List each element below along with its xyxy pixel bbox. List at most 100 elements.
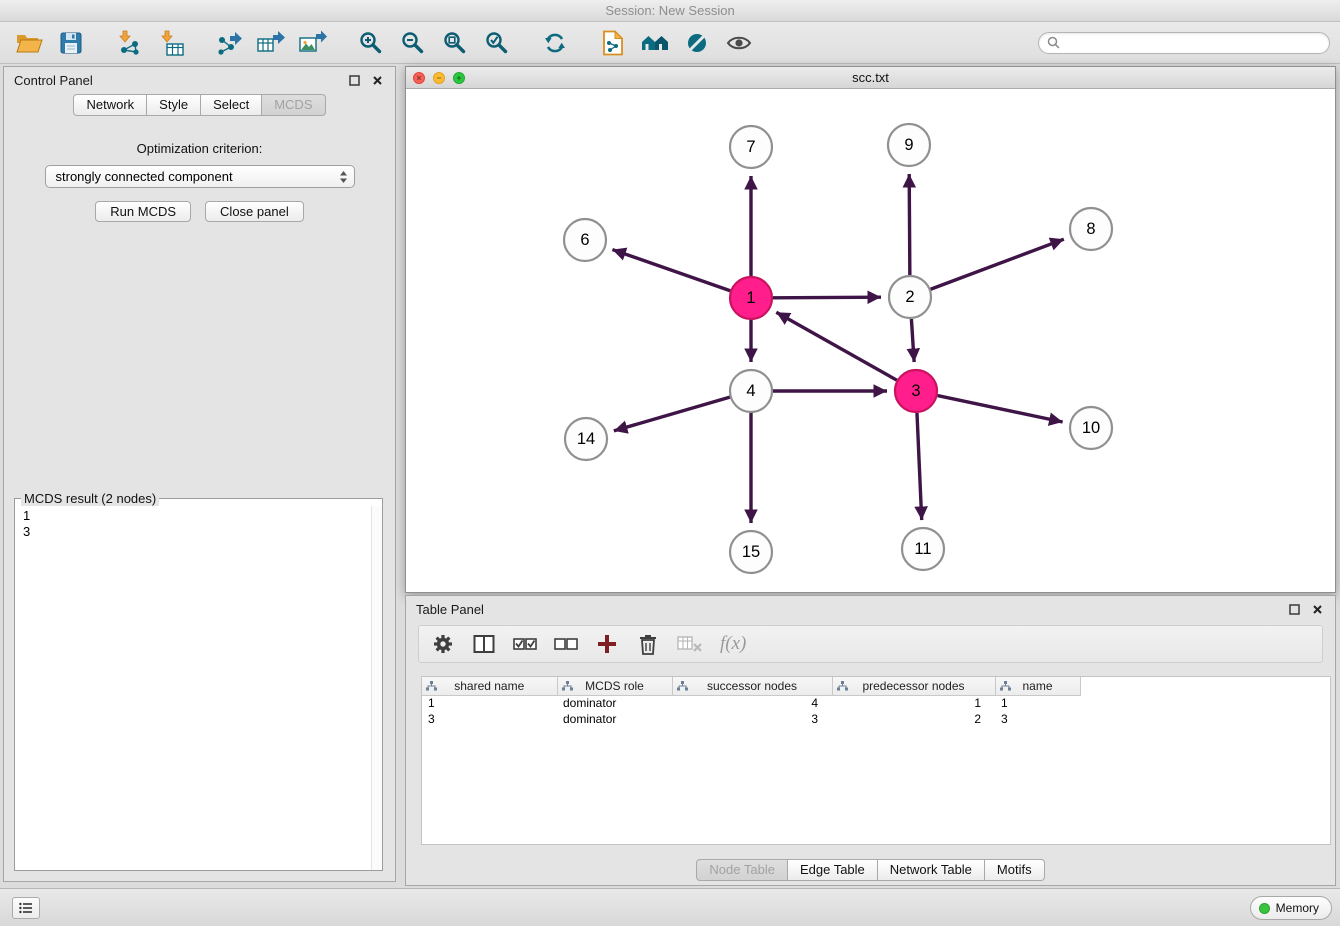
graph-node-6[interactable]: 6 (564, 219, 606, 261)
column-type-icon (426, 681, 437, 691)
graph-edge-1-6[interactable] (612, 250, 730, 291)
save-session-button[interactable] (50, 25, 92, 61)
open-session-button[interactable] (8, 25, 50, 61)
graph-edge-1-2[interactable] (773, 297, 881, 298)
graph-node-15[interactable]: 15 (730, 531, 772, 573)
float-panel-button[interactable] (346, 72, 362, 88)
table-cell[interactable]: 3 (995, 711, 1080, 727)
header-filler (1080, 677, 1330, 695)
export-image-button[interactable] (292, 25, 334, 61)
unselect-all-columns-button[interactable] (554, 630, 578, 658)
table-cell[interactable]: 4 (672, 695, 832, 711)
select-all-columns-button[interactable] (513, 630, 537, 658)
table-tabs-row: Node TableEdge TableNetwork TableMotifs (406, 859, 1335, 881)
tab-motifs[interactable]: Motifs (985, 859, 1045, 881)
svg-text:3: 3 (911, 382, 920, 400)
table-cell[interactable]: 3 (422, 711, 557, 727)
graphics-toggle-button[interactable] (676, 25, 718, 61)
graph-edge-2-8[interactable] (931, 239, 1064, 289)
table-row[interactable]: 3dominator323 (422, 711, 1330, 727)
table-cell[interactable]: 1 (995, 695, 1080, 711)
column-header-shared-name[interactable]: shared name (422, 677, 557, 695)
import-table-button[interactable] (150, 25, 192, 61)
export-table-button[interactable] (250, 25, 292, 61)
create-column-button[interactable] (595, 630, 619, 658)
app-window: Session: New Session (0, 0, 1340, 926)
graph-node-3[interactable]: 3 (895, 370, 937, 412)
function-builder-button[interactable]: f(x) (720, 630, 746, 658)
graph-node-10[interactable]: 10 (1070, 407, 1112, 449)
run-mcds-button[interactable]: Run MCDS (95, 201, 191, 222)
delete-columns-button[interactable] (636, 630, 660, 658)
zoom-selected-button[interactable] (476, 25, 518, 61)
export-network-icon (215, 30, 243, 56)
zoom-window-icon[interactable]: + (453, 72, 465, 84)
close-panel-button[interactable]: Close panel (205, 201, 304, 222)
minimize-window-icon[interactable]: − (433, 72, 445, 84)
tab-mcds[interactable]: MCDS (262, 94, 325, 116)
tab-style[interactable]: Style (147, 94, 201, 116)
graph-node-9[interactable]: 9 (888, 124, 930, 166)
table-cell[interactable]: 1 (832, 695, 995, 711)
table-cell[interactable]: dominator (557, 695, 672, 711)
graph-edge-4-14[interactable] (614, 397, 730, 431)
eye-button[interactable] (718, 25, 760, 61)
export-network-button[interactable] (208, 25, 250, 61)
column-header-successor-nodes[interactable]: successor nodes (672, 677, 832, 695)
result-scrollbar[interactable] (371, 506, 382, 870)
zoom-out-button[interactable] (392, 25, 434, 61)
column-label: shared name (454, 679, 524, 693)
graph-node-1[interactable]: 1 (730, 277, 772, 319)
network-canvas[interactable]: 7 9 6 8 1 2 4 3 14 10 15 11 (406, 89, 1335, 592)
search-box[interactable] (1038, 32, 1330, 54)
zoom-in-button[interactable] (350, 25, 392, 61)
zoom-fit-button[interactable] (434, 25, 476, 61)
task-history-button[interactable] (12, 897, 40, 919)
delete-table-button[interactable] (677, 630, 703, 658)
table-settings-button[interactable] (431, 630, 455, 658)
optimization-select[interactable]: strongly connected component (45, 165, 355, 188)
home-button[interactable] (634, 25, 676, 61)
column-header-name[interactable]: name (995, 677, 1080, 695)
tab-node-table[interactable]: Node Table (696, 859, 788, 881)
memory-status-icon (1259, 903, 1270, 914)
memory-button[interactable]: Memory (1250, 896, 1332, 920)
table-cell[interactable]: 2 (832, 711, 995, 727)
tab-edge-table[interactable]: Edge Table (788, 859, 878, 881)
float-table-panel-button[interactable] (1286, 601, 1302, 617)
table-row[interactable]: 1dominator411 (422, 695, 1330, 711)
graph-node-7[interactable]: 7 (730, 126, 772, 168)
graph-node-8[interactable]: 8 (1070, 208, 1112, 250)
show-columns-button[interactable] (472, 630, 496, 658)
close-table-panel-button[interactable] (1309, 601, 1325, 617)
graph-edge-2-9[interactable] (909, 174, 910, 275)
tab-network[interactable]: Network (73, 94, 147, 116)
column-header-MCDS-role[interactable]: MCDS role (557, 677, 672, 695)
search-input[interactable] (1065, 36, 1321, 50)
zoom-selected-icon (485, 31, 509, 55)
graph-edge-2-3[interactable] (911, 319, 914, 362)
tab-network-table[interactable]: Network Table (878, 859, 985, 881)
zoom-out-icon (401, 31, 425, 55)
refresh-layout-button[interactable] (534, 25, 576, 61)
column-label: MCDS role (585, 679, 644, 693)
import-network-button[interactable] (108, 25, 150, 61)
close-icon (1312, 604, 1323, 615)
close-panel-x-button[interactable] (369, 72, 385, 88)
export-image-icon (299, 30, 327, 56)
graph-edge-3-1[interactable] (776, 312, 897, 380)
graph-edge-3-10[interactable] (938, 396, 1063, 422)
graph-node-2[interactable]: 2 (889, 276, 931, 318)
manage-networks-button[interactable] (592, 25, 634, 61)
tab-select[interactable]: Select (201, 94, 262, 116)
column-header-predecessor-nodes[interactable]: predecessor nodes (832, 677, 995, 695)
table-cell[interactable]: dominator (557, 711, 672, 727)
graph-edge-3-11[interactable] (917, 413, 922, 520)
graph-node-4[interactable]: 4 (730, 370, 772, 412)
close-window-icon[interactable]: × (413, 72, 425, 84)
table-cell[interactable]: 1 (422, 695, 557, 711)
table-cell[interactable]: 3 (672, 711, 832, 727)
graph-node-11[interactable]: 11 (902, 528, 944, 570)
graph-node-14[interactable]: 14 (565, 418, 607, 460)
vertical-splitter[interactable] (397, 66, 405, 886)
